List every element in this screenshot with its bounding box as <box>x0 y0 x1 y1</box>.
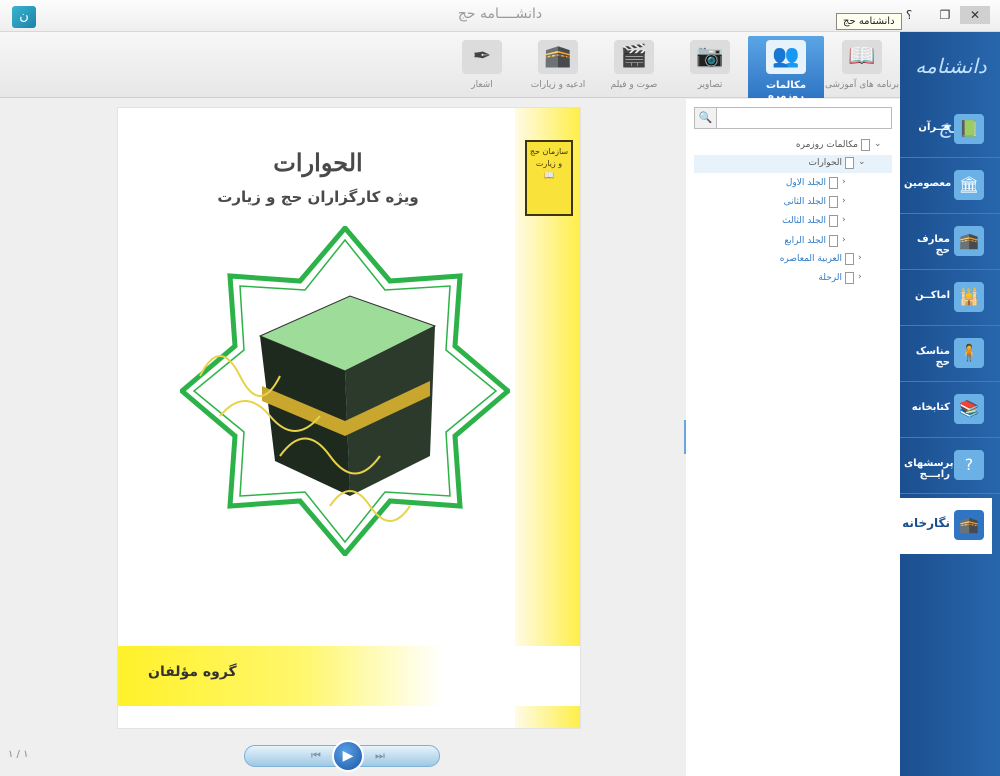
play-button[interactable]: ▶ <box>332 740 364 772</box>
book-icon: 📖 <box>842 40 882 74</box>
page-counter: ۱ / ۱ <box>8 749 29 760</box>
previous-button[interactable]: ⏮ <box>306 750 326 762</box>
pilgrim-icon: 🧍 <box>954 338 984 368</box>
kaaba-icon <box>258 295 437 496</box>
document-icon <box>861 139 870 151</box>
title-bar: ن دانشــــامه حج ؟ ❐ ✕ دانشنامه حج <box>0 0 1000 32</box>
sidebar-item-rituals[interactable]: مناسک حج 🧍 <box>900 326 1000 382</box>
book-authors: گروه مؤلفان <box>148 664 237 680</box>
tab-daily-conversations[interactable]: 👥 مکالمات روزمره <box>748 36 824 102</box>
publisher-emblem: سازمان حج و زیارت 📖 <box>525 140 573 216</box>
sidebar-item-quran[interactable]: قــرآن 📗 <box>900 102 1000 158</box>
document-icon <box>845 157 854 169</box>
tree-node-contemporary-arabic[interactable]: العربية المعاصره › <box>694 251 892 269</box>
chevron-down-icon[interactable]: ⌄ <box>874 139 884 149</box>
document-icon <box>829 196 838 208</box>
chevron-down-icon[interactable]: ⌄ <box>858 157 868 167</box>
kaaba-book-icon: 🕋 <box>954 226 984 256</box>
sidebar-item-masoumin[interactable]: معصومین 🏛 <box>900 158 1000 214</box>
tree-node-volume-4[interactable]: الجلد الرابع › <box>694 233 892 251</box>
document-icon <box>829 235 838 247</box>
chevron-left-icon[interactable]: › <box>842 235 852 245</box>
camera-icon: 📷 <box>690 40 730 74</box>
tree-node-volume-1[interactable]: الجلد الاول › <box>694 175 892 193</box>
book-cover: سازمان حج و زیارت 📖 الحوارات ویژه کارگزار… <box>117 107 581 729</box>
chevron-left-icon[interactable]: › <box>858 253 868 263</box>
quran-icon: 📗 <box>954 114 984 144</box>
tree-node-rihla[interactable]: الرحلة › <box>694 270 892 288</box>
tree-node-daily-conversations[interactable]: مکالمات روزمره ⌄ <box>694 137 892 155</box>
kaaba-star-illustration <box>180 226 510 556</box>
library-icon: 📚 <box>954 394 984 424</box>
top-toolbar: 📖 برنامه های آموزشی 👥 مکالمات روزمره 📷 ت… <box>0 32 900 102</box>
chevron-left-icon[interactable]: › <box>858 272 868 282</box>
people-icon: 👥 <box>766 40 806 74</box>
tab-images[interactable]: 📷 تصاویر <box>672 36 748 98</box>
document-icon <box>845 272 854 284</box>
panel-splitter[interactable] <box>684 420 686 454</box>
cover-bottom-band: گروه مؤلفان <box>118 646 580 706</box>
book-subtitle: ویژه کارگزاران حج و زیارت <box>217 188 419 206</box>
search-input[interactable] <box>719 108 891 128</box>
next-button[interactable]: ⏭ <box>370 750 390 762</box>
image-viewer: سازمان حج و زیارت 📖 الحوارات ویژه کارگزار… <box>0 99 684 776</box>
document-icon <box>845 253 854 265</box>
sidebar-item-library[interactable]: کتابخانه 📚 <box>900 382 1000 438</box>
tooltip: دانشنامه حج <box>836 13 902 30</box>
tab-poems[interactable]: ✒ اشعار <box>444 36 520 98</box>
search-box: 🔍 <box>694 107 892 129</box>
mosque-icon: 🕌 <box>954 282 984 312</box>
tree-node-volume-2[interactable]: الجلد الثانی › <box>694 194 892 212</box>
tab-audio-video[interactable]: 🎬 صوت و فیلم <box>596 36 672 98</box>
tree-node-hiwarat[interactable]: الحوارات ⌄ <box>694 155 892 173</box>
window-title: دانشــــامه حج <box>457 6 543 22</box>
tree-panel: 🔍 مکالمات روزمره ⌄ الحوارات ⌄ الجلد الاو… <box>686 99 900 776</box>
book-title: الحوارات <box>273 148 363 177</box>
tab-educational-programs[interactable]: 📖 برنامه های آموزشی <box>824 36 900 98</box>
question-icon: ? <box>954 450 984 480</box>
logo: دانشنامه حج <box>915 54 987 138</box>
chevron-left-icon[interactable]: › <box>842 215 852 225</box>
sidebar-item-places[interactable]: اماکــن 🕌 <box>900 270 1000 326</box>
sidebar-item-hajj-knowledge[interactable]: معارف حج 🕋 <box>900 214 1000 270</box>
help-button[interactable]: ؟ <box>900 6 918 24</box>
tree-node-volume-3[interactable]: الجلد الثالث › <box>694 213 892 231</box>
shrine-icon: 🏛 <box>954 170 984 200</box>
prayer-icon: 🕋 <box>538 40 578 74</box>
document-icon <box>829 177 838 189</box>
chevron-left-icon[interactable]: › <box>842 196 852 206</box>
restore-button[interactable]: ❐ <box>936 6 954 24</box>
quill-icon: ✒ <box>462 40 502 74</box>
close-button[interactable]: ✕ <box>960 6 990 24</box>
main-sidebar: دانشنامه حج قــرآن 📗 معصومین 🏛 معارف حج … <box>872 32 1000 776</box>
document-icon <box>829 215 838 227</box>
gallery-icon: 🕋 <box>954 510 984 540</box>
tab-prayers[interactable]: 🕋 ادعیه و زیارات <box>520 36 596 98</box>
media-player: ⏮ ▶ ⏭ <box>244 740 440 772</box>
chevron-left-icon[interactable]: › <box>842 177 852 187</box>
app-logo-icon[interactable]: ن <box>12 6 36 28</box>
film-icon: 🎬 <box>614 40 654 74</box>
sidebar-item-faq[interactable]: پرسشهای رایـــج ? <box>900 438 1000 494</box>
search-icon[interactable]: 🔍 <box>695 108 717 128</box>
